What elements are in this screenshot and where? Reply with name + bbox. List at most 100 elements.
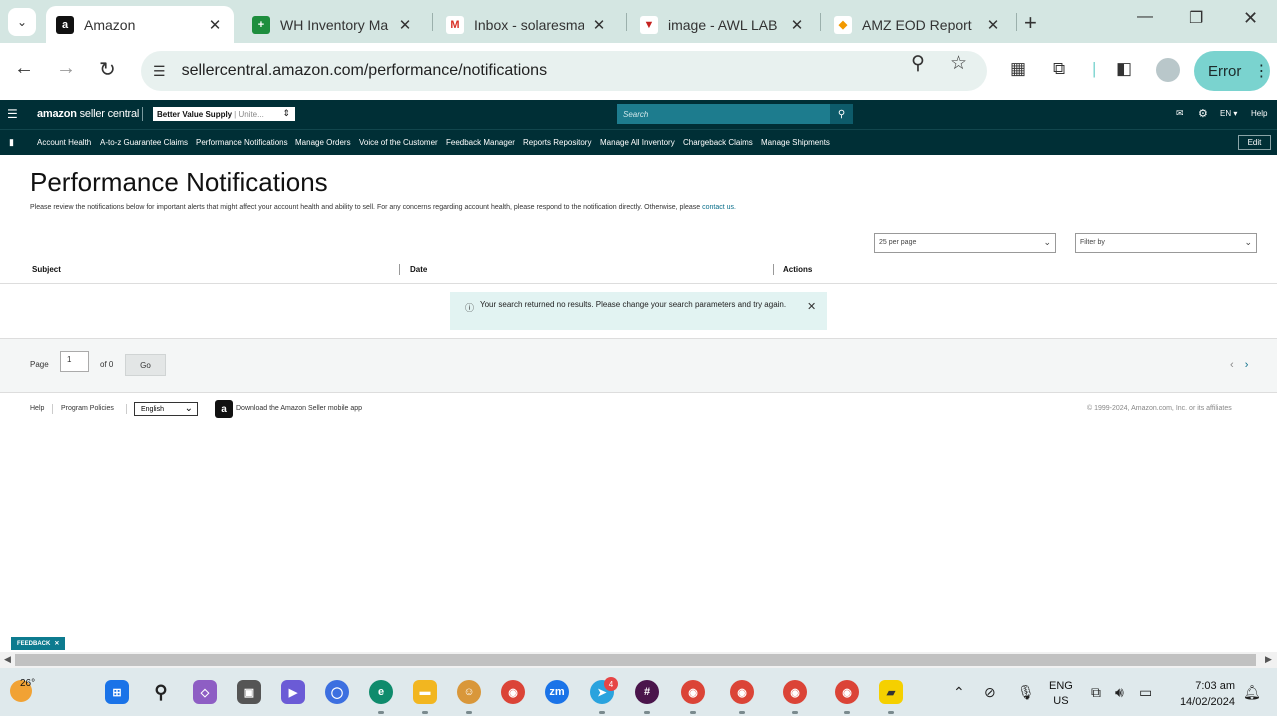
bookmark-icon[interactable]: ▮ <box>9 137 14 148</box>
nav-performance-notifications[interactable]: Performance Notifications <box>196 138 288 147</box>
side-panel-icon[interactable]: ◧ <box>1116 59 1132 79</box>
gear-icon[interactable]: ⚙ <box>1198 107 1208 120</box>
tab-amazon[interactable]: a Amazon ✕ <box>46 6 234 43</box>
per-page-select[interactable]: 25 per page ⌄ <box>874 233 1056 253</box>
forward-icon[interactable]: → <box>56 57 76 80</box>
seller-central-logo[interactable]: amazon seller central <box>37 108 139 120</box>
close-icon[interactable]: ✕ <box>590 16 608 34</box>
help-link[interactable]: Help <box>1251 109 1267 118</box>
chat-icon[interactable]: ◯ <box>325 680 349 704</box>
microphone-icon[interactable]: 🎙︎ <box>1017 684 1035 701</box>
bookmark-star-icon[interactable]: ☆ <box>950 52 967 75</box>
contact-us-link[interactable]: contact us. <box>702 204 736 211</box>
nav-reports-repository[interactable]: Reports Repository <box>523 138 591 147</box>
nav-manage-orders[interactable]: Manage Orders <box>295 138 351 147</box>
horizontal-scrollbar[interactable]: ◀ ▶ <box>0 652 1277 668</box>
minimize-icon[interactable]: — <box>1137 8 1153 26</box>
meet-icon[interactable]: ▶ <box>281 680 305 704</box>
chrome-profile-icon[interactable]: ◉ <box>681 680 705 704</box>
copilot-icon[interactable]: ◇ <box>193 680 217 704</box>
amazon-app-icon[interactable]: a <box>215 400 233 418</box>
new-tab-icon[interactable]: + <box>1024 10 1037 36</box>
go-button[interactable]: Go <box>125 354 166 376</box>
search-icon[interactable]: ⚲ <box>830 104 853 124</box>
chrome-icon[interactable]: ◉ <box>501 680 525 704</box>
filter-select[interactable]: Filter by ⌄ <box>1075 233 1257 253</box>
mail-icon[interactable]: ✉ <box>1176 108 1184 119</box>
scroll-right-icon[interactable]: ▶ <box>1265 654 1272 665</box>
download-app-link[interactable]: Download the Amazon Seller mobile app <box>236 405 362 412</box>
tab-inbox[interactable]: M Inbox - solaresma ✕ <box>436 6 618 43</box>
nav-chargeback-claims[interactable]: Chargeback Claims <box>683 138 753 147</box>
scrollbar-thumb[interactable] <box>15 654 1256 666</box>
tab-image-awl[interactable]: ▼ image - AWL LAB ✕ <box>630 6 816 43</box>
nav-account-health[interactable]: Account Health <box>37 138 91 147</box>
program-policies-link[interactable]: Program Policies <box>61 405 114 412</box>
chrome-profile-icon[interactable]: ◉ <box>730 680 754 704</box>
seller-search[interactable]: Search ⚲ <box>617 104 853 124</box>
slack-icon[interactable]: # <box>635 680 659 704</box>
close-icon[interactable]: ✕ <box>984 16 1002 34</box>
page-number-input[interactable]: 1 <box>60 351 89 372</box>
next-page-icon[interactable]: › <box>1245 359 1249 371</box>
task-view-icon[interactable]: ▣ <box>237 680 261 704</box>
back-icon[interactable]: ← <box>14 57 34 80</box>
footer-help-link[interactable]: Help <box>30 405 44 412</box>
system-clock[interactable]: 7:03 am 14/02/2024 <box>1172 678 1235 710</box>
close-icon[interactable]: ✕ <box>807 300 816 313</box>
language-selector[interactable]: EN ▾ <box>1220 109 1237 118</box>
nav-manage-shipments[interactable]: Manage Shipments <box>761 138 830 147</box>
file-explorer-icon[interactable]: ▬ <box>413 680 437 704</box>
sticky-notes-icon[interactable]: ▰ <box>879 680 903 704</box>
restore-icon[interactable]: ❐ <box>1189 8 1203 28</box>
address-bar[interactable]: ☰ sellercentral.amazon.com/performance/n… <box>141 51 987 91</box>
prev-page-icon[interactable]: ‹ <box>1230 359 1234 371</box>
scroll-left-icon[interactable]: ◀ <box>4 654 11 665</box>
nav-manage-all-inventory[interactable]: Manage All Inventory <box>600 138 675 147</box>
store-selector[interactable]: Better Value Supply | Unite... ⇕ <box>153 107 295 121</box>
column-subject[interactable]: Subject <box>32 265 61 274</box>
tab-wh-inventory[interactable]: + WH Inventory Ma ✕ <box>242 6 424 43</box>
extensions-icon[interactable]: ⧉ <box>1053 59 1065 79</box>
hamburger-menu-icon[interactable]: ☰ <box>7 107 18 121</box>
reload-icon[interactable]: ↻ <box>99 57 116 82</box>
notification-bell-icon[interactable]: 🔔︎ <box>1243 684 1261 701</box>
language-indicator[interactable]: ENG US <box>1049 679 1073 709</box>
profile-avatar[interactable] <box>1156 58 1180 82</box>
tab-search-icon[interactable]: ⌄ <box>8 8 36 36</box>
volume-icon[interactable]: 🔊︎ <box>1115 684 1124 701</box>
page-total: of 0 <box>100 360 114 369</box>
character-app-icon[interactable]: ☺ <box>457 680 481 704</box>
edge-icon[interactable]: e <box>369 680 393 704</box>
feedback-button[interactable]: FEEDBACK ✕ <box>11 637 65 650</box>
url-text[interactable]: sellercentral.amazon.com/performance/not… <box>182 62 548 80</box>
close-icon[interactable]: ✕ <box>206 16 224 34</box>
search-icon[interactable]: ⚲ <box>149 680 173 704</box>
zoom-app-icon[interactable]: zm <box>545 680 569 704</box>
battery-icon[interactable]: ▭ <box>1139 684 1152 701</box>
qr-code-icon[interactable]: ▦ <box>1010 59 1026 79</box>
edit-nav-button[interactable]: Edit <box>1238 135 1271 150</box>
nav-a-to-z-claims[interactable]: A-to-z Guarantee Claims <box>100 138 188 147</box>
close-icon[interactable]: ✕ <box>54 640 59 647</box>
search-input[interactable]: Search <box>617 110 830 119</box>
network-off-icon[interactable]: ⊘ <box>984 684 996 701</box>
site-info-icon[interactable]: ☰ <box>153 63 166 80</box>
chrome-profile-icon[interactable]: ◉ <box>835 680 859 704</box>
chrome-profile-icon[interactable]: ◉ <box>783 680 807 704</box>
start-icon[interactable]: ⊞ <box>105 680 129 704</box>
zoom-icon[interactable]: ⚲ <box>911 52 925 75</box>
tab-amz-eod[interactable]: ◆ AMZ EOD Report ✕ <box>824 6 1012 43</box>
profile-error-button[interactable]: Error ⋮ <box>1194 51 1270 91</box>
display-icon[interactable]: ⧉ <box>1091 684 1101 701</box>
kebab-menu-icon[interactable]: ⋮ <box>1253 61 1269 81</box>
window-close-icon[interactable]: ✕ <box>1243 8 1258 29</box>
tray-chevron-icon[interactable]: ⌃ <box>953 684 965 701</box>
nav-voice-of-customer[interactable]: Voice of the Customer <box>359 138 438 147</box>
close-icon[interactable]: ✕ <box>788 16 806 34</box>
table-header: Subject Date Actions <box>0 259 1277 284</box>
column-date[interactable]: Date <box>410 265 427 274</box>
close-icon[interactable]: ✕ <box>396 16 414 34</box>
language-select[interactable]: English ⌄ <box>134 402 198 416</box>
nav-feedback-manager[interactable]: Feedback Manager <box>446 138 515 147</box>
